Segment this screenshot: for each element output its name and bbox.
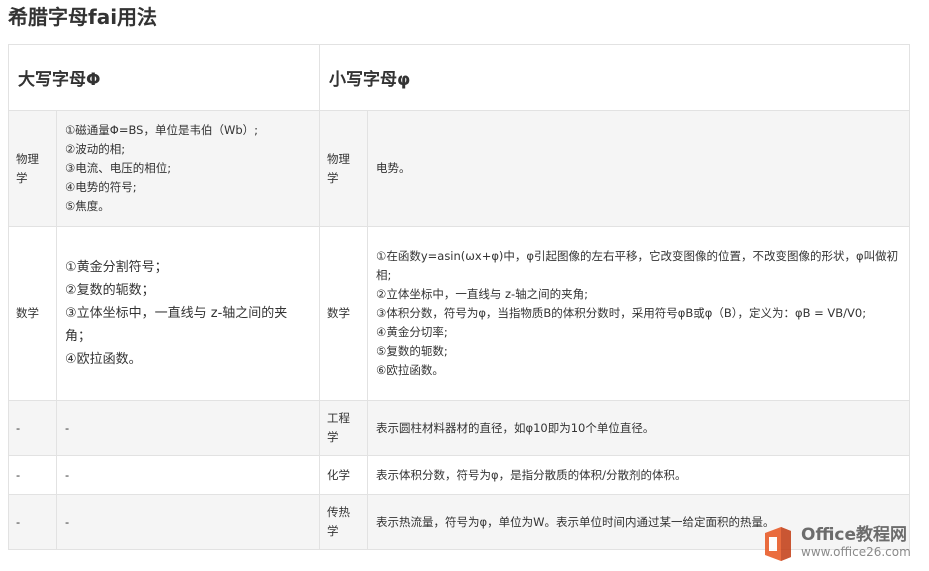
- lower-text-cell: 表示体积分数，符号为φ，是指分散质的体积/分散剂的体积。: [367, 455, 911, 495]
- upper-text-cell: -: [55, 455, 321, 495]
- watermark-url: www.office26.com: [801, 545, 911, 559]
- table-row: 数学 ①黄金分割符号； ②复数的轭数； ③立体坐标中，一直线与 z-轴之间的夹角…: [8, 226, 911, 401]
- office-logo-icon: [761, 525, 795, 563]
- upper-category-cell: 物理学: [8, 110, 57, 227]
- table-row: 物理学 ①磁通量Φ=BS，单位是韦伯（Wb）; ②波动的相; ③电流、电压的相位…: [8, 110, 911, 227]
- lower-category-cell: 数学: [319, 226, 369, 401]
- lower-category-cell: 传热学: [319, 494, 369, 550]
- lower-category-cell: 工程学: [319, 400, 369, 456]
- lower-category-cell: 物理学: [319, 110, 369, 227]
- watermark-logo: Office教程网 www.office26.com: [761, 523, 921, 565]
- upper-text-cell: -: [55, 494, 321, 550]
- upper-category-cell: 数学: [8, 226, 57, 401]
- upper-text-cell: ①磁通量Φ=BS，单位是韦伯（Wb）; ②波动的相; ③电流、电压的相位; ④电…: [55, 110, 321, 227]
- greek-letter-table: 大写字母Φ 小写字母φ 物理学 ①磁通量Φ=BS，单位是韦伯（Wb）; ②波动的…: [7, 44, 911, 550]
- lower-text-cell: 表示圆柱材料器材的直径，如φ10即为10个单位直径。: [367, 400, 911, 456]
- header-uppercase: 大写字母Φ: [7, 44, 321, 111]
- watermark-name: Office教程网: [801, 525, 908, 545]
- upper-category-cell: -: [8, 494, 57, 550]
- upper-category-cell: -: [8, 455, 57, 495]
- page-title: 希腊字母fai用法: [8, 5, 158, 29]
- header-lowercase: 小写字母φ: [319, 44, 911, 111]
- upper-text-cell: ①黄金分割符号； ②复数的轭数； ③立体坐标中，一直线与 z-轴之间的夹角； ④…: [55, 226, 321, 401]
- upper-category-cell: -: [8, 400, 57, 456]
- upper-text-cell: -: [55, 400, 321, 456]
- lower-category-cell: 化学: [319, 455, 369, 495]
- table-row: - - 工程学 表示圆柱材料器材的直径，如φ10即为10个单位直径。: [8, 400, 911, 456]
- lower-text-cell: ①在函数y=asin(ωx+φ)中，φ引起图像的左右平移，它改变图像的位置，不改…: [367, 226, 911, 401]
- table-row: - - 化学 表示体积分数，符号为φ，是指分散质的体积/分散剂的体积。: [8, 455, 911, 495]
- lower-text-cell: 电势。: [367, 110, 911, 227]
